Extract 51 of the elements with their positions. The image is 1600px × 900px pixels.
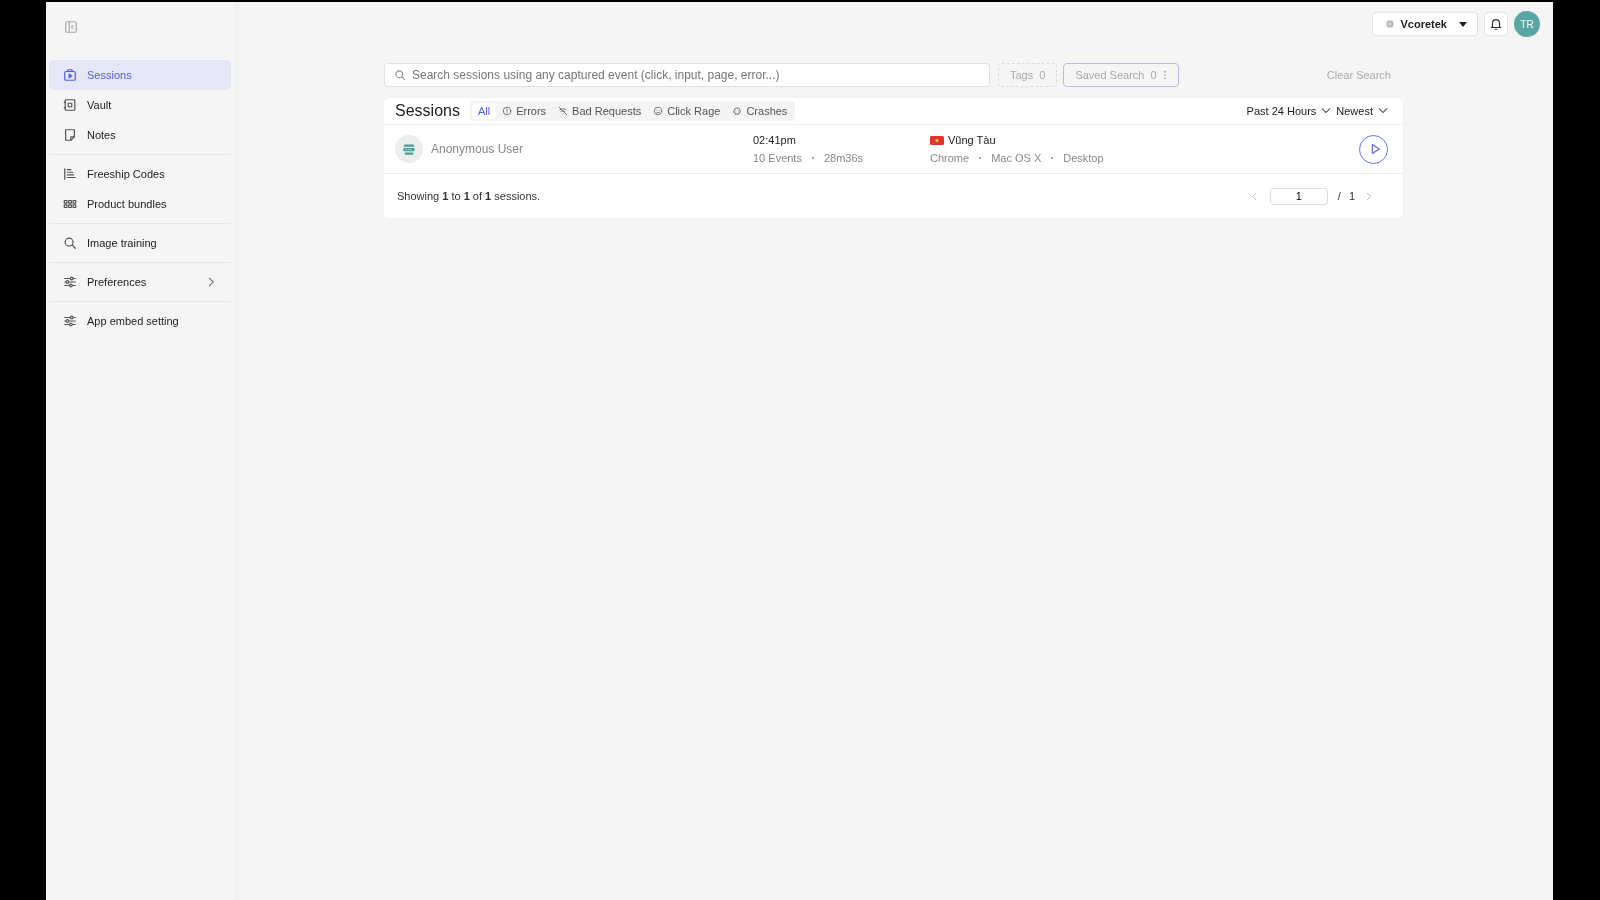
- search-icon: [63, 236, 77, 250]
- sliders-icon: [63, 314, 77, 328]
- notifications-button[interactable]: [1484, 12, 1508, 36]
- browser-name: Chrome: [930, 152, 970, 164]
- caret-down-icon: [1459, 21, 1467, 27]
- results-summary: Showing 1 to 1 of 1 sessions.: [397, 190, 541, 202]
- filter-tab[interactable]: Errors: [496, 103, 553, 119]
- os-name: Mac OS X: [991, 152, 1042, 164]
- sidebar-toggle-icon[interactable]: [64, 20, 78, 34]
- filter-tab[interactable]: Crashes: [726, 103, 794, 119]
- filter-tab[interactable]: Bad Requests: [552, 103, 648, 119]
- flag-icon: [930, 135, 944, 145]
- grid-icon: [63, 197, 77, 211]
- event-count: 10 Events: [753, 152, 802, 164]
- sidebar-item[interactable]: Image training: [49, 228, 231, 258]
- frown-face-icon: [653, 106, 664, 116]
- skull-icon: [732, 106, 743, 116]
- total-pages: 1: [1348, 190, 1355, 202]
- info-icon: [502, 106, 513, 116]
- page-number-field[interactable]: 1: [1269, 187, 1328, 205]
- camera-play-icon: [63, 68, 77, 82]
- note-icon: [63, 128, 77, 142]
- sidebar-item[interactable]: Vault: [49, 90, 231, 120]
- sidebar-item[interactable]: Notes: [49, 120, 231, 150]
- card-title: Sessions: [395, 102, 460, 120]
- filter-tab[interactable]: All: [471, 103, 497, 119]
- sidebar-item[interactable]: Preferences: [49, 267, 231, 297]
- period-dropdown[interactable]: Past 24 Hours: [1244, 105, 1335, 117]
- user-name[interactable]: Anonymous User: [431, 142, 524, 156]
- project-dropdown[interactable]: Vcoretek: [1371, 12, 1478, 36]
- sort-dropdown[interactable]: Newest: [1334, 105, 1391, 117]
- list-icon: [63, 167, 77, 181]
- session-duration: 28m36s: [823, 152, 864, 164]
- sidebar-item[interactable]: Freeship Codes: [49, 159, 231, 189]
- bell-icon: [1489, 17, 1503, 31]
- safe-icon: [63, 98, 77, 112]
- search-field[interactable]: Search sessions using any captured event (click, input, page, error...): [384, 63, 990, 87]
- sidebar-item[interactable]: Product bundles: [49, 189, 231, 219]
- sidebar-item[interactable]: Sessions: [49, 60, 231, 90]
- filter-tab[interactable]: Click Rage: [647, 103, 727, 119]
- city-name: Vũng Tàu: [948, 134, 996, 146]
- page-separator: /: [1337, 190, 1341, 202]
- sliders-icon: [63, 275, 77, 289]
- device-type: Desktop: [1063, 152, 1104, 164]
- wifi-off-icon: [558, 106, 569, 116]
- sidebar-item[interactable]: App embed setting: [49, 306, 231, 336]
- session-time: 02:41pm: [753, 134, 797, 146]
- robot-avatar-icon: [395, 135, 423, 163]
- search-icon: [394, 69, 406, 81]
- play-button[interactable]: [1359, 134, 1388, 164]
- kebab-menu-icon: [1162, 70, 1167, 80]
